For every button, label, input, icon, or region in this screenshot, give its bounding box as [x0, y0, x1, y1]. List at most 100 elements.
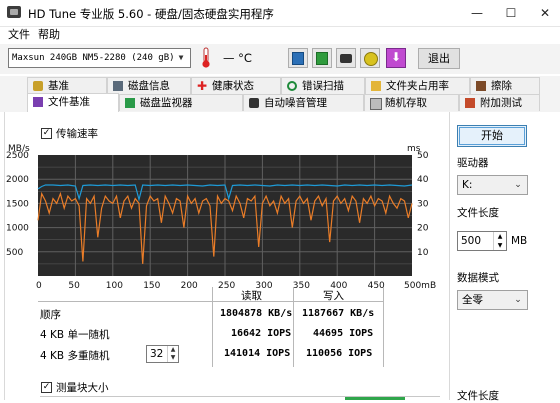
tab-label: 健康状态	[212, 80, 254, 92]
4kb-multi-write: 110056 IOPS	[306, 348, 373, 359]
x-tick: 100	[106, 281, 123, 289]
file-length-input[interactable]: 500 ▲ ▼	[457, 231, 507, 251]
tab-noise-management[interactable]: 自动噪音管理	[243, 94, 364, 111]
table-divider	[212, 287, 213, 367]
random-access-icon	[370, 98, 382, 110]
health-cross-icon: ✚	[197, 79, 208, 93]
y-left-tick: 500	[6, 248, 23, 258]
menu-bar: 文件 帮助	[0, 26, 560, 44]
chevron-down-icon: ⌄	[514, 295, 522, 305]
drive-letter-select[interactable]: K: ⌄	[457, 175, 528, 195]
erase-icon	[476, 81, 486, 91]
copy-icon	[292, 52, 304, 65]
tab-error-scan[interactable]: 错误扫描	[281, 77, 365, 94]
tab-label: 自动噪音管理	[264, 97, 327, 109]
table-divider	[383, 287, 384, 367]
drive-letter-value: K:	[462, 179, 473, 191]
x-tick: 0	[36, 281, 42, 289]
tab-erase[interactable]: 擦除	[470, 77, 540, 94]
file-length-value: 500	[461, 235, 482, 247]
speaker-icon	[249, 98, 259, 108]
copy-info-button[interactable]	[288, 48, 308, 68]
tab-extra-tests[interactable]: 附加测试	[459, 94, 540, 111]
x-tick: 350	[293, 281, 310, 289]
y-left-tick: 1000	[6, 224, 29, 234]
tab-random-access[interactable]: 随机存取	[364, 94, 459, 111]
tab-disk-info[interactable]: 磁盘信息	[107, 77, 191, 94]
table-divider	[293, 287, 294, 367]
file-benchmark-icon	[33, 97, 43, 107]
screenshot-button[interactable]	[336, 48, 356, 68]
x-tick: 500mB	[404, 281, 436, 289]
file-length-label-2: 文件长度	[457, 390, 499, 402]
4kb-single-write: 44695 IOPS	[313, 328, 374, 339]
file-length-label: 文件长度	[457, 207, 499, 219]
tab-label: 错误扫描	[302, 80, 344, 92]
tab-label: 附加测试	[480, 97, 522, 109]
sequential-read: 1804878 KB/s	[220, 308, 293, 319]
y-left-tick: 2000	[6, 175, 29, 185]
queue-depth-stepper[interactable]: 32 ▲ ▼	[146, 345, 179, 363]
extra-tests-icon	[465, 98, 475, 108]
tab-label: 文件夹占用率	[386, 80, 449, 92]
x-tick: 50	[68, 281, 80, 289]
maximize-button[interactable]: ☐	[496, 0, 526, 26]
camera-icon	[340, 54, 352, 63]
copy-all-button[interactable]	[312, 48, 332, 68]
col-write-header: 写入	[323, 290, 344, 302]
tab-file-benchmark[interactable]: 文件基准	[27, 93, 119, 112]
options-icon	[364, 52, 378, 66]
tab-benchmark[interactable]: 基准	[27, 77, 107, 94]
data-pattern-label: 数据模式	[457, 272, 499, 284]
menu-file[interactable]: 文件	[2, 27, 36, 43]
stepper-down-icon[interactable]: ▼	[493, 241, 506, 250]
chevron-down-icon: ▼	[178, 53, 184, 62]
data-pattern-select[interactable]: 全零 ⌄	[457, 290, 528, 310]
stepper-up-icon[interactable]: ▲	[493, 232, 506, 241]
y-right-tick: 30	[417, 199, 429, 209]
transfer-rate-chart: MB/s ms250020001500100050050403020100 50 10…	[6, 144, 436, 289]
x-tick: 200	[181, 281, 198, 289]
transfer-rate-checkbox[interactable]: ✓	[41, 128, 52, 139]
stepper-down-icon[interactable]: ▼	[167, 354, 178, 362]
temperature-value: — °C	[223, 51, 252, 65]
queue-depth-value: 32	[150, 348, 164, 360]
block-size-checkbox[interactable]: ✓	[41, 382, 52, 393]
y-right-tick: 20	[417, 224, 429, 234]
drive-select[interactable]: Maxsun 240GB NM5-2280 (240 gB) ▼	[8, 48, 191, 68]
sequential-write: 1187667 KB/s	[302, 308, 375, 319]
tab-disk-monitor[interactable]: 磁盘监视器	[119, 94, 243, 111]
y-right-tick: 40	[417, 175, 429, 185]
download-arrow-icon: ⬇	[390, 50, 402, 64]
toolbar: Maxsun 240GB NM5-2280 (240 gB) ▼ — °C ⬇ …	[0, 44, 560, 74]
copy-all-icon	[316, 52, 328, 65]
drive-label: 驱动器	[457, 157, 489, 169]
minimize-button[interactable]: —	[462, 0, 492, 26]
tab-label: 文件基准	[48, 96, 90, 108]
chevron-down-icon: ⌄	[514, 180, 522, 190]
app-icon	[7, 6, 21, 18]
tab-health[interactable]: ✚ 健康状态	[191, 77, 281, 94]
4kb-single-read: 16642 IOPS	[231, 328, 292, 339]
file-length-unit: MB	[511, 235, 528, 247]
start-button[interactable]: 开始	[457, 125, 527, 147]
row-label-sequential: 顺序	[40, 309, 61, 321]
data-pattern-value: 全零	[462, 294, 483, 306]
menu-help[interactable]: 帮助	[32, 27, 66, 43]
4kb-multi-read: 141014 IOPS	[224, 348, 291, 359]
stepper-up-icon[interactable]: ▲	[167, 346, 178, 354]
row-label-4kb-single: 4 KB 单一随机	[40, 329, 110, 341]
options-button[interactable]	[360, 48, 380, 68]
transfer-rate-label: 传输速率	[56, 128, 98, 140]
save-button[interactable]: ⬇	[386, 48, 406, 68]
drive-select-value: Maxsun 240GB NM5-2280 (240 gB)	[12, 53, 175, 63]
y-right-tick: 50	[417, 151, 429, 161]
y-left-tick: 1500	[6, 199, 29, 209]
exit-button[interactable]: 退出	[418, 48, 460, 69]
magnifier-icon	[287, 81, 297, 91]
tab-folder-usage[interactable]: 文件夹占用率	[365, 77, 470, 94]
block-size-label: 测量块大小	[56, 382, 109, 394]
col-read-header: 读取	[241, 290, 262, 302]
monitor-icon	[125, 98, 135, 108]
close-button[interactable]: ✕	[530, 0, 560, 26]
